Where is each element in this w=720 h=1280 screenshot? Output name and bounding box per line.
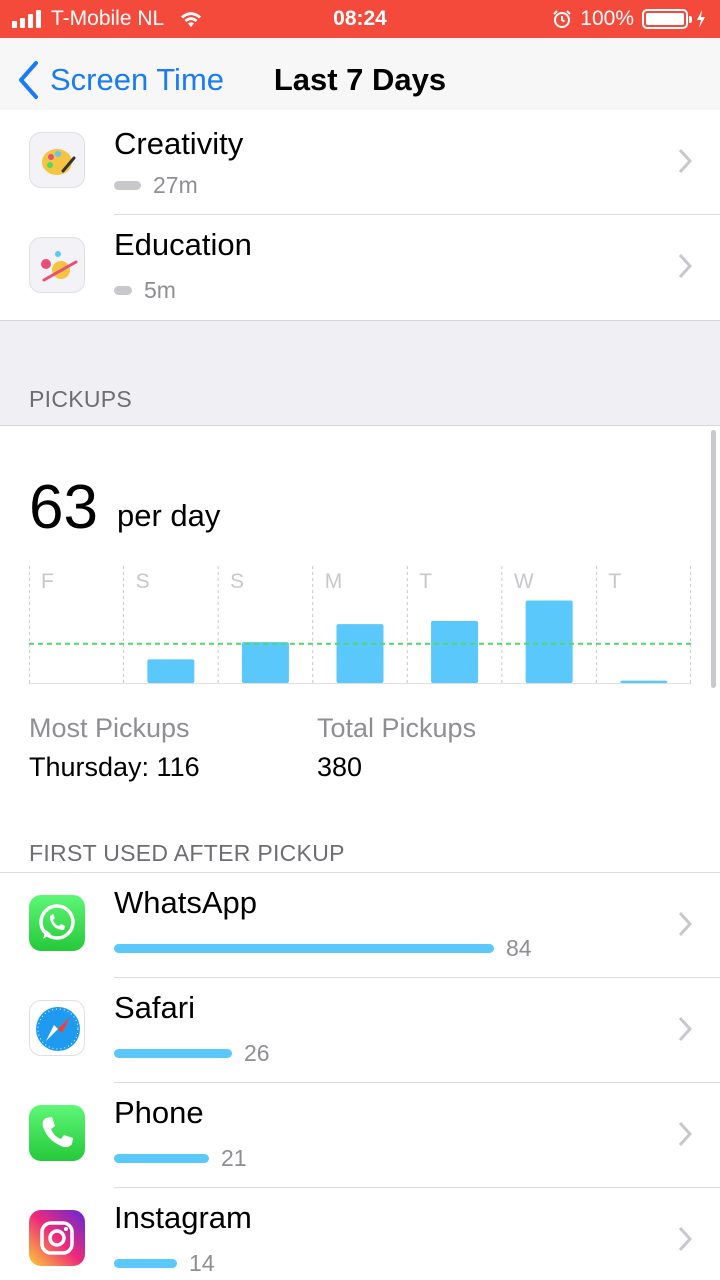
total-pickups-value: 380 [317, 752, 363, 782]
chart-day-label: F [41, 570, 54, 593]
battery-percent: 100% [580, 7, 634, 30]
battery-icon [642, 9, 692, 29]
app-row-safari[interactable]: Safari 26 [0, 978, 720, 1083]
charging-bolt-icon [697, 10, 705, 28]
pickup-bar [114, 1258, 177, 1268]
chart-day-label: W [514, 570, 534, 593]
alarm-icon [553, 10, 571, 28]
pickup-bar [114, 1048, 232, 1058]
most-pickups-label: Most Pickups [29, 713, 190, 743]
pickup-count: 84 [506, 934, 532, 961]
app-name: WhatsApp [114, 885, 258, 920]
scrollbar[interactable] [711, 430, 716, 688]
pickup-count: 14 [189, 1249, 215, 1276]
pickups-average-unit: per day [117, 498, 221, 533]
pickups-chart: FSSMTWT [29, 566, 691, 684]
chart-bar[interactable] [241, 642, 289, 683]
phone-icon [29, 1105, 85, 1161]
chart-bar[interactable] [336, 624, 384, 683]
chart-bar[interactable] [431, 620, 479, 683]
chart-day-label: S [136, 570, 150, 593]
usage-value: 27m [153, 171, 198, 198]
usage-bar [114, 285, 132, 295]
total-pickups-label: Total Pickups [317, 713, 477, 743]
app-name: Phone [114, 1095, 204, 1130]
chevron-right-icon [678, 1226, 692, 1252]
pickups-average: 63 [29, 473, 98, 542]
first-used-header: FIRST USED AFTER PICKUP [29, 840, 345, 866]
app-row-instagram[interactable]: Instagram 14 [0, 1188, 720, 1280]
chart-bar[interactable] [620, 680, 668, 683]
chevron-right-icon [678, 911, 692, 937]
safari-icon [29, 1000, 85, 1056]
app-row-phone[interactable]: Phone 21 [0, 1083, 720, 1188]
chevron-right-icon [678, 253, 692, 279]
category-name: Education [114, 227, 252, 262]
pickup-bar [114, 943, 494, 953]
usage-value: 5m [144, 276, 176, 303]
app-row-whatsapp[interactable]: WhatsApp 84 [0, 873, 720, 978]
pickups-section-background: PICKUPS [0, 320, 720, 426]
chart-day-label: M [325, 570, 343, 593]
education-icon [29, 237, 85, 293]
instagram-icon [29, 1210, 85, 1266]
chart-bar[interactable] [147, 659, 195, 683]
pickup-count: 26 [244, 1039, 270, 1066]
category-name: Creativity [114, 126, 244, 161]
app-name: Safari [114, 990, 195, 1025]
chart-day-label: T [608, 570, 621, 593]
pickup-count: 21 [221, 1144, 247, 1171]
chart-day-label: T [419, 570, 432, 593]
chart-bar[interactable] [525, 600, 573, 684]
chevron-right-icon [678, 148, 692, 174]
pickups-header: PICKUPS [29, 386, 133, 412]
creativity-icon [29, 132, 85, 188]
usage-bar [114, 180, 141, 190]
page-title: Last 7 Days [273, 62, 447, 97]
category-row-education[interactable]: Education 5m [0, 215, 720, 320]
chevron-right-icon [678, 1016, 692, 1042]
most-pickups-value: Thursday: 116 [29, 752, 200, 782]
whatsapp-icon [29, 895, 85, 951]
chart-day-label: S [230, 570, 244, 593]
status-bar: T-Mobile NL 08:24 100% [0, 0, 720, 38]
pickup-bar [114, 1153, 209, 1163]
category-row-creativity[interactable]: Creativity 27m [0, 110, 720, 215]
chevron-right-icon [678, 1121, 692, 1147]
app-name: Instagram [114, 1200, 252, 1235]
